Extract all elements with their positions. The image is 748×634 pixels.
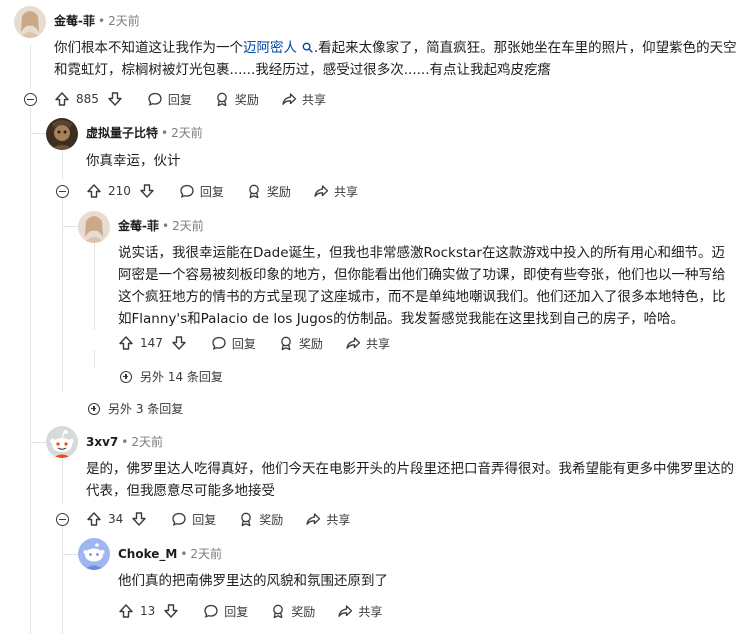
search-link[interactable]: 迈阿密人 xyxy=(243,40,297,56)
upvote-button[interactable] xyxy=(118,603,134,619)
upvote-button[interactable] xyxy=(118,335,134,351)
award-button[interactable]: 奖励 xyxy=(214,91,259,108)
upvote-icon xyxy=(119,336,133,350)
upvote-icon xyxy=(87,512,101,526)
award-icon xyxy=(241,512,252,527)
comment-body: 你们根本不知道这让我作为一个迈阿密人 .看起来太像家了，简直疯狂。那张她坐在车里… xyxy=(54,40,737,78)
share-icon xyxy=(338,605,353,617)
timestamp[interactable]: 2天前 xyxy=(190,547,222,561)
avatar[interactable] xyxy=(78,538,110,570)
upvote-icon xyxy=(87,184,101,198)
share-button[interactable]: 共享 xyxy=(337,603,382,620)
share-button[interactable]: 共享 xyxy=(281,91,326,108)
share-button[interactable]: 共享 xyxy=(313,183,358,200)
downvote-button[interactable] xyxy=(131,511,147,527)
search-icon[interactable] xyxy=(297,41,314,55)
avatar[interactable] xyxy=(46,426,78,458)
upvote-icon xyxy=(119,604,133,618)
timestamp[interactable]: 2天前 xyxy=(131,435,163,449)
downvote-icon xyxy=(164,604,178,618)
upvote-icon xyxy=(55,92,69,106)
speech-bubble-icon xyxy=(204,604,218,618)
collapse-thread-button[interactable] xyxy=(56,185,69,198)
award-button[interactable]: 奖励 xyxy=(278,335,323,352)
award-icon xyxy=(281,336,291,351)
share-icon xyxy=(306,513,321,525)
comment-meta: 虚拟量子比特 • 2天前 xyxy=(86,126,203,140)
reply-button[interactable]: 回复 xyxy=(203,603,248,620)
vote-count: 885 xyxy=(76,92,99,106)
author-name[interactable]: 3xv7 xyxy=(86,435,118,449)
award-icon xyxy=(273,604,284,619)
avatar[interactable] xyxy=(14,6,46,38)
upvote-button[interactable] xyxy=(86,183,102,199)
plus-icon xyxy=(120,370,132,383)
share-button[interactable]: 共享 xyxy=(345,335,390,352)
author-name[interactable]: 金莓-菲 xyxy=(118,219,159,233)
author-name[interactable]: 虚拟量子比特 xyxy=(86,126,158,140)
comment-actions: 885 回复 奖励 共享 xyxy=(54,87,326,111)
reply-button[interactable]: 回复 xyxy=(179,183,224,200)
speech-bubble-icon xyxy=(212,336,226,350)
comment-body: 说实话，我很幸运能在Dade诞生，但我也非常感激Rockstar在这款游戏中投入… xyxy=(118,245,726,327)
vote-count: 210 xyxy=(108,184,131,198)
vote-count: 13 xyxy=(140,604,156,618)
downvote-button[interactable] xyxy=(107,91,123,107)
comment-actions: 34 回复 奖励 共享 xyxy=(86,507,350,531)
speech-bubble-icon xyxy=(172,512,186,526)
award-button[interactable]: 奖励 xyxy=(246,183,291,200)
comment-body: 是的，佛罗里达人吃得真好，他们今天在电影开头的片段里还把口音弄得很对。我希望能有… xyxy=(86,461,734,499)
share-button[interactable]: 共享 xyxy=(305,511,350,528)
author-name[interactable]: 金莓-菲 xyxy=(54,14,95,28)
comment-meta: 3xv7 • 2天前 xyxy=(86,435,163,449)
share-icon xyxy=(282,93,297,105)
award-icon xyxy=(249,184,259,199)
reply-button[interactable]: 回复 xyxy=(171,511,216,528)
reply-button[interactable]: 回复 xyxy=(211,335,256,352)
avatar[interactable] xyxy=(46,118,78,150)
award-icon xyxy=(217,92,227,107)
more-replies-button[interactable]: 另外 14 条回复 xyxy=(120,368,223,385)
share-icon xyxy=(346,337,361,349)
comment-body: 你真幸运，伙计 xyxy=(86,153,181,169)
downvote-icon xyxy=(108,92,122,106)
downvote-button[interactable] xyxy=(163,603,179,619)
comment-actions: 210 回复 奖励 共享 xyxy=(86,179,358,203)
comment-meta: 金莓-菲 • 2天前 xyxy=(54,14,140,28)
speech-bubble-icon xyxy=(148,92,162,106)
reply-button[interactable]: 回复 xyxy=(147,91,192,108)
comment-actions: 147 回复 奖励 共享 xyxy=(118,331,390,355)
avatar[interactable] xyxy=(78,211,110,243)
downvote-icon xyxy=(132,512,146,526)
comment-meta: Choke_M • 2天前 xyxy=(118,547,223,561)
more-replies-button[interactable]: 另外 3 条回复 xyxy=(88,400,183,417)
timestamp[interactable]: 2天前 xyxy=(171,126,203,140)
comment-meta: 金莓-菲 • 2天前 xyxy=(118,219,204,233)
comment-body: 他们真的把南佛罗里达的风貌和氛围还原到了 xyxy=(118,573,388,589)
author-name[interactable]: Choke_M xyxy=(118,547,177,561)
share-icon xyxy=(314,185,329,197)
collapse-thread-button[interactable] xyxy=(56,513,69,526)
vote-count: 147 xyxy=(140,336,163,350)
timestamp[interactable]: 2天前 xyxy=(172,219,204,233)
downvote-button[interactable] xyxy=(139,183,155,199)
upvote-button[interactable] xyxy=(54,91,70,107)
downvote-icon xyxy=(140,184,154,198)
collapse-thread-button[interactable] xyxy=(24,93,37,106)
speech-bubble-icon xyxy=(180,184,194,198)
comment-actions: 13 回复 奖励 共享 xyxy=(118,599,382,623)
vote-count: 34 xyxy=(108,512,124,526)
downvote-icon xyxy=(172,336,186,350)
downvote-button[interactable] xyxy=(171,335,187,351)
timestamp[interactable]: 2天前 xyxy=(108,14,140,28)
award-button[interactable]: 奖励 xyxy=(238,511,283,528)
upvote-button[interactable] xyxy=(86,511,102,527)
plus-icon xyxy=(88,402,100,415)
award-button[interactable]: 奖励 xyxy=(270,603,315,620)
